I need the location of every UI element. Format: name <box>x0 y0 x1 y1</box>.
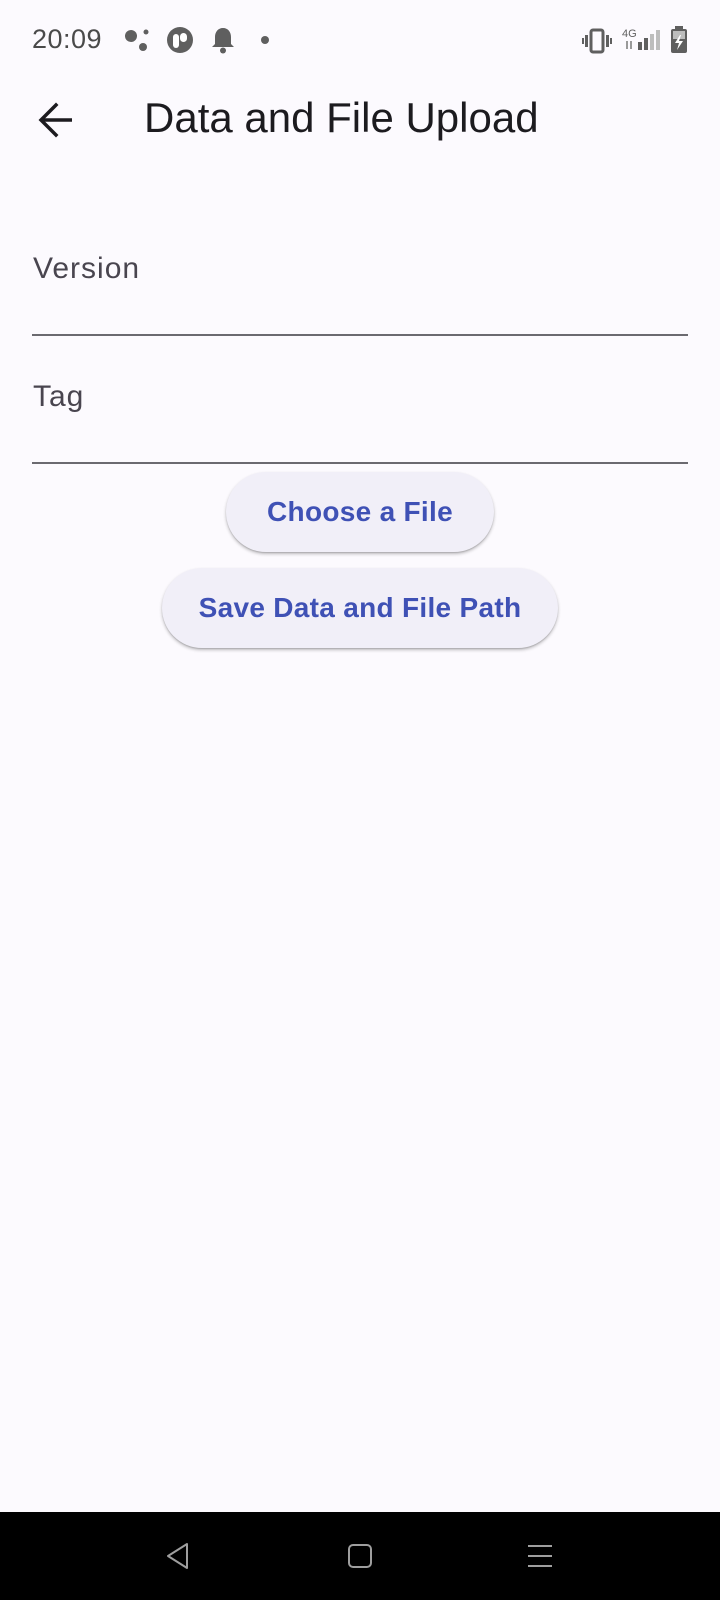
version-field-label: Version <box>33 252 141 285</box>
save-data-button[interactable]: Save Data and File Path <box>162 568 558 648</box>
signal-icon <box>626 30 660 50</box>
nav-home-button[interactable] <box>338 1534 382 1578</box>
app-bar: Data and File Upload <box>0 80 720 160</box>
back-button[interactable] <box>24 92 88 148</box>
nav-menu-button[interactable] <box>518 1534 562 1578</box>
app-notification-icon <box>167 27 193 53</box>
back-triangle-icon <box>167 1543 188 1569</box>
menu-lines-icon <box>528 1545 552 1567</box>
choose-file-button[interactable]: Choose a File <box>226 472 494 552</box>
dot-icon <box>261 36 269 44</box>
bell-icon <box>212 28 234 54</box>
home-square-icon <box>348 1544 372 1568</box>
battery-charging-icon <box>671 26 687 53</box>
nav-back-button[interactable] <box>156 1534 200 1578</box>
assistant-icon <box>125 29 149 51</box>
status-time: 20:09 <box>32 24 103 54</box>
tag-input[interactable] <box>32 416 692 458</box>
page-title: Data and File Upload <box>144 94 539 141</box>
arrow-left-icon <box>38 102 72 138</box>
status-bar: 20:09 4G <box>0 0 720 80</box>
version-input[interactable] <box>32 288 692 330</box>
screen: 20:09 4G Data and File Upload Version Ta… <box>0 0 720 1600</box>
tag-field[interactable]: Tag <box>32 368 692 464</box>
vibrate-icon <box>582 28 612 54</box>
system-nav-bar <box>0 1512 720 1600</box>
tag-field-label: Tag <box>33 380 85 413</box>
version-field[interactable]: Version <box>32 240 692 336</box>
